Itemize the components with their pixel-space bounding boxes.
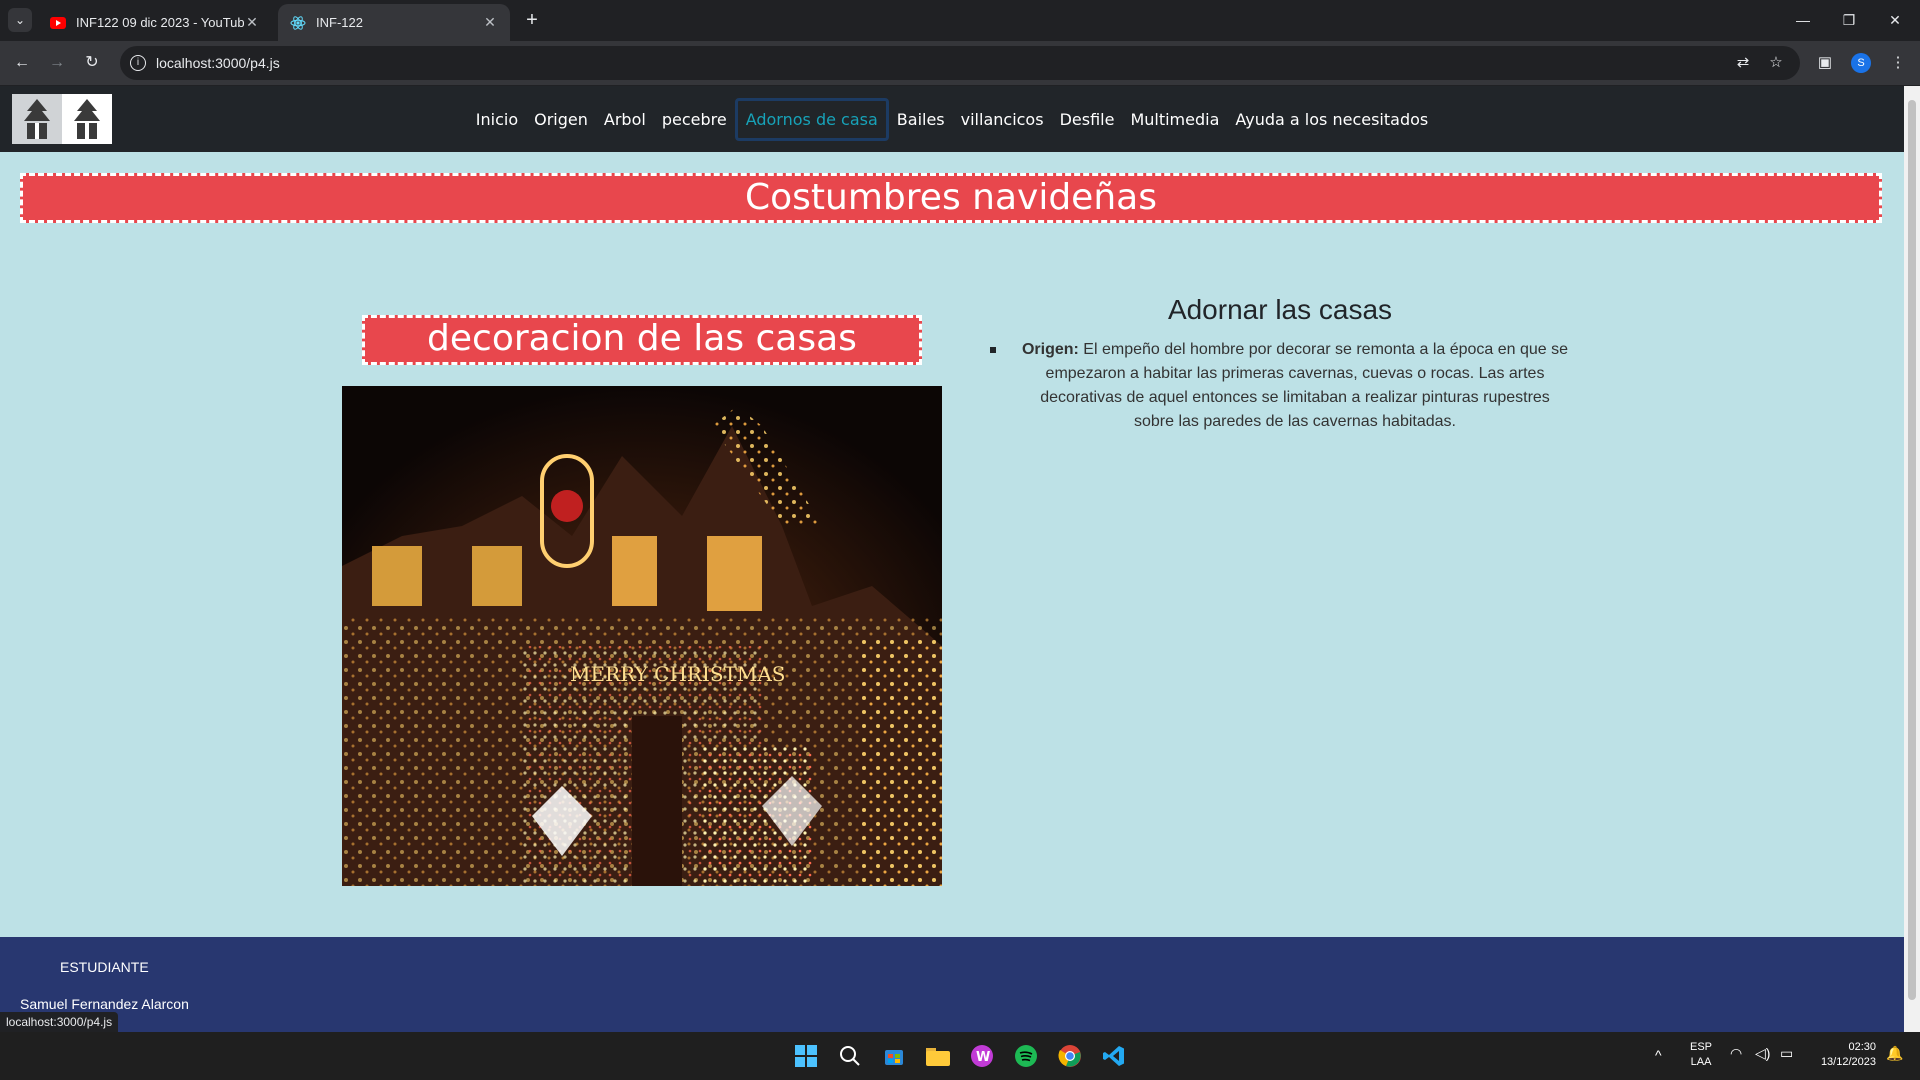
- nav-link-arbol[interactable]: Arbol: [596, 102, 654, 137]
- language-indicator[interactable]: ESP LAA: [1690, 1040, 1712, 1070]
- translate-icon[interactable]: ⇄: [1731, 51, 1755, 75]
- page-title: Costumbres navideñas: [20, 173, 1882, 223]
- file-explorer-icon[interactable]: [924, 1042, 952, 1070]
- clock-date: 13/12/2023: [1820, 1056, 1876, 1068]
- wifi-icon[interactable]: ◠: [1730, 1046, 1742, 1061]
- close-tab-icon[interactable]: ✕: [244, 14, 260, 31]
- clock-time: 02:30: [1848, 1041, 1876, 1053]
- windows-start-icon[interactable]: [792, 1042, 820, 1070]
- search-icon[interactable]: [836, 1042, 864, 1070]
- tab-title: INF122 09 dic 2023 - YouTube: [76, 15, 244, 30]
- language-code: ESP: [1690, 1041, 1713, 1053]
- list-item: Origen: El empeño del hombre por decorar…: [990, 338, 1570, 434]
- nav-link-bailes[interactable]: Bailes: [889, 102, 953, 137]
- chrome-icon[interactable]: [1056, 1042, 1084, 1070]
- nav-link-adornos-de-casa[interactable]: Adornos de casa: [734, 97, 889, 141]
- content-list: Origen: El empeño del hombre por decorar…: [990, 338, 1570, 434]
- content-heading: Adornar las casas: [1167, 294, 1393, 325]
- profile-avatar[interactable]: S: [1851, 53, 1871, 73]
- tray-overflow-icon[interactable]: ^: [1655, 1048, 1662, 1063]
- new-tab-button[interactable]: +: [520, 8, 544, 32]
- site-info-icon[interactable]: i: [130, 55, 146, 71]
- content-column: Adornar las casas Origen: El empeño del …: [990, 294, 1570, 434]
- browser-tab-active[interactable]: INF-122 ✕: [278, 4, 510, 41]
- page-scrollbar[interactable]: [1904, 86, 1920, 1032]
- status-bar-url: localhost:3000/p4.js: [0, 1012, 119, 1032]
- notification-bell-icon[interactable]: 🔔: [1886, 1046, 1903, 1061]
- restore-icon[interactable]: ❐: [1826, 0, 1872, 41]
- battery-icon[interactable]: ▭: [1780, 1046, 1793, 1061]
- svg-text:W: W: [976, 1050, 990, 1065]
- keyboard-layout: LAA: [1690, 1056, 1712, 1068]
- site-footer: ESTUDIANTE Samuel Fernandez Alarcon: [0, 937, 1904, 1032]
- site-navbar: Inicio Origen Arbol pecebre Adornos de c…: [0, 86, 1904, 152]
- reload-icon[interactable]: ↻: [80, 51, 104, 75]
- nav-link-multimedia[interactable]: Multimedia: [1122, 102, 1227, 137]
- react-icon: [290, 15, 306, 31]
- footer-label: ESTUDIANTE: [60, 959, 149, 975]
- decorated-house-image: MERRY CHRISTMAS: [342, 386, 942, 886]
- bookmark-star-icon[interactable]: ☆: [1764, 51, 1788, 75]
- bullet-icon: [990, 347, 996, 353]
- browser-tab-youtube[interactable]: INF122 09 dic 2023 - YouTube ✕: [38, 4, 272, 41]
- menu-kebab-icon[interactable]: ⋮: [1886, 51, 1910, 75]
- nav-link-inicio[interactable]: Inicio: [468, 102, 526, 137]
- section-title: decoracion de las casas: [362, 315, 922, 365]
- app-w-icon[interactable]: W: [968, 1042, 996, 1070]
- origin-label: Origen:: [1021, 341, 1079, 358]
- spotify-icon[interactable]: [1012, 1042, 1040, 1070]
- nav-link-ayuda[interactable]: Ayuda a los necesitados: [1227, 102, 1436, 137]
- nav-link-villancicos[interactable]: villancicos: [953, 102, 1052, 137]
- nav-link-pecebre[interactable]: pecebre: [654, 102, 735, 137]
- youtube-icon: [50, 15, 66, 31]
- tab-search-button[interactable]: ⌄: [8, 8, 32, 32]
- student-name: Samuel Fernandez Alarcon: [20, 996, 189, 1012]
- volume-icon[interactable]: ◁): [1755, 1046, 1770, 1061]
- clock[interactable]: 02:30 13/12/2023: [1812, 1040, 1876, 1070]
- windows-taskbar: W ^ ESP LAA ◠ ◁) ▭ 02:30 13/12/2023 🔔: [0, 1032, 1920, 1080]
- main-menu: Inicio Origen Arbol pecebre Adornos de c…: [0, 86, 1904, 152]
- minimize-icon[interactable]: —: [1780, 0, 1826, 41]
- browser-toolbar: ← → ↻ i localhost:3000/p4.js ⇄ ☆ ▣ S ⋮: [0, 41, 1920, 85]
- page-viewport: Inicio Origen Arbol pecebre Adornos de c…: [0, 86, 1904, 1032]
- tab-title: INF-122: [316, 15, 363, 30]
- vscode-icon[interactable]: [1100, 1042, 1128, 1070]
- forward-icon[interactable]: →: [45, 51, 69, 75]
- close-tab-icon[interactable]: ✕: [482, 14, 498, 31]
- nav-link-origen[interactable]: Origen: [526, 102, 596, 137]
- store-icon[interactable]: [880, 1042, 908, 1070]
- address-bar[interactable]: i localhost:3000/p4.js: [120, 46, 1800, 80]
- browser-tab-strip: ⌄ INF122 09 dic 2023 - YouTube ✕ INF-122…: [0, 0, 1920, 41]
- nav-link-desfile[interactable]: Desfile: [1052, 102, 1123, 137]
- origin-text: El empeño del hombre por decorar se remo…: [1040, 341, 1569, 430]
- url-text: localhost:3000/p4.js: [156, 55, 280, 71]
- close-window-icon[interactable]: ✕: [1872, 0, 1918, 41]
- side-panel-icon[interactable]: ▣: [1813, 51, 1837, 75]
- back-icon[interactable]: ←: [10, 51, 34, 75]
- svg-text:MERRY CHRISTMAS: MERRY CHRISTMAS: [570, 662, 786, 686]
